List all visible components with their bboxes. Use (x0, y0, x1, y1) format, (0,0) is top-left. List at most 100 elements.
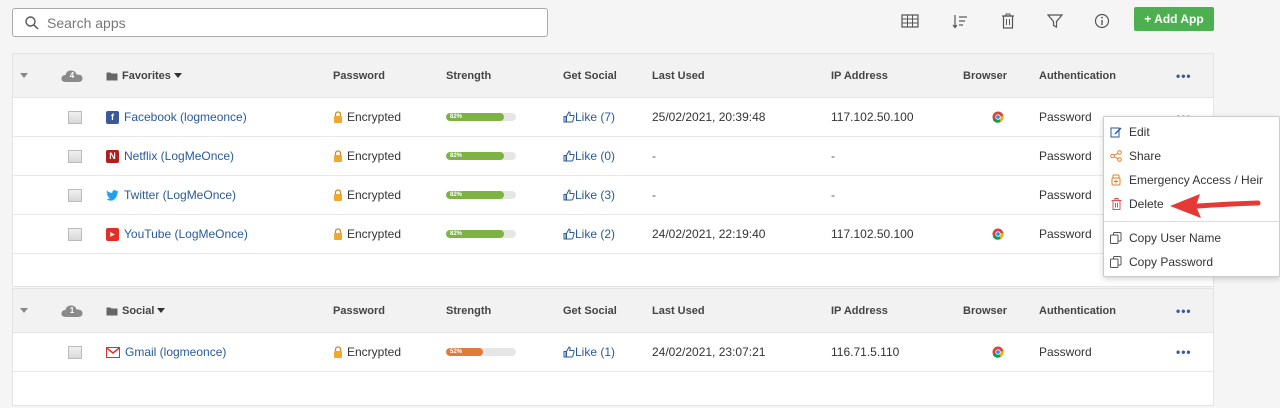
table-row[interactable]: N Netflix (LogMeOnce) Encrypted 82% Like… (13, 137, 1213, 176)
last-used: 25/02/2021, 20:39:48 (652, 110, 766, 124)
table-row[interactable]: Twitter (LogMeOnce) Encrypted 82% Like (… (13, 176, 1213, 215)
ip-address: - (831, 188, 835, 202)
last-used: - (652, 149, 656, 163)
like-button[interactable]: Like (1) (563, 333, 615, 371)
lock-icon (334, 111, 342, 123)
like-button[interactable]: Like (3) (563, 176, 615, 214)
app-name[interactable]: Facebook (logmeonce) (124, 110, 247, 124)
group-more-button[interactable]: ••• (1176, 54, 1192, 97)
search-icon (25, 15, 39, 30)
menu-item-copy-user-name[interactable]: Copy User Name (1104, 227, 1280, 249)
group-count: 1 (69, 306, 75, 315)
strength-meter: 82% (446, 176, 516, 214)
emergency-icon (1110, 174, 1122, 186)
thumbs-up-icon (563, 189, 575, 201)
column-header-password[interactable]: Password (333, 289, 385, 332)
add-app-button[interactable]: + Add App (1134, 7, 1214, 31)
table-row[interactable]: ▶ YouTube (LogMeOnce) Encrypted 82% Like… (13, 215, 1213, 254)
trash-icon (1110, 198, 1122, 210)
filter-icon[interactable] (1044, 10, 1066, 32)
column-header-last-used[interactable]: Last Used (652, 289, 705, 332)
cloud-icon: 4 (61, 69, 83, 83)
info-icon[interactable] (1091, 10, 1113, 32)
strength-meter: 82% (446, 98, 516, 136)
collapse-toggle[interactable] (20, 289, 28, 332)
toolbar: + Add App (0, 0, 1280, 44)
app-link[interactable]: Gmail (logmeonce) (106, 333, 226, 371)
group-name: Favorites (122, 69, 171, 82)
app-name[interactable]: Twitter (LogMeOnce) (124, 188, 236, 202)
password-status: Encrypted (333, 137, 401, 175)
table-row[interactable]: Gmail (logmeonce) Encrypted 52% Like (1)… (13, 333, 1213, 372)
lock-icon (334, 150, 342, 162)
like-button[interactable]: Like (2) (563, 215, 615, 253)
facebook-icon: f (106, 110, 119, 124)
row-checkbox[interactable] (68, 110, 82, 124)
password-status: Encrypted (333, 176, 401, 214)
row-more-button[interactable]: ••• (1176, 333, 1192, 371)
folder-icon (106, 307, 118, 315)
like-button[interactable]: Like (7) (563, 98, 615, 136)
row-checkbox[interactable] (68, 149, 82, 163)
column-header-password[interactable]: Password (333, 54, 385, 97)
table-row[interactable]: f Facebook (logmeonce) Encrypted 82% Lik… (13, 98, 1213, 137)
copy-icon (1110, 256, 1122, 268)
collapse-toggle[interactable] (20, 54, 28, 97)
column-header-strength[interactable]: Strength (446, 289, 491, 332)
column-header-ip-address[interactable]: IP Address (831, 54, 888, 97)
menu-item-copy-password[interactable]: Copy Password (1104, 251, 1280, 273)
column-header-browser[interactable]: Browser (963, 54, 1007, 97)
trash-icon[interactable] (997, 10, 1019, 32)
app-link[interactable]: N Netflix (LogMeOnce) (106, 137, 234, 175)
thumbs-up-icon (563, 150, 575, 162)
grid-icon[interactable] (899, 10, 921, 32)
youtube-icon: ▶ (106, 227, 119, 241)
column-header-get-social[interactable]: Get Social (563, 54, 617, 97)
password-status: Encrypted (333, 333, 401, 371)
column-header-last-used[interactable]: Last Used (652, 54, 705, 97)
group-header: 4 Favorites Password Strength Get Social… (13, 54, 1213, 98)
row-checkbox[interactable] (68, 345, 82, 359)
group-name-dropdown[interactable]: Favorites (106, 54, 182, 97)
authentication: Password (1039, 149, 1092, 163)
chrome-icon (992, 215, 1004, 253)
strength-meter: 82% (446, 137, 516, 175)
column-header-get-social[interactable]: Get Social (563, 289, 617, 332)
column-header-strength[interactable]: Strength (446, 54, 491, 97)
app-name[interactable]: YouTube (LogMeOnce) (124, 227, 248, 241)
search-box[interactable] (12, 8, 548, 37)
app-name[interactable]: Gmail (logmeonce) (125, 345, 226, 359)
group-more-button[interactable]: ••• (1176, 289, 1192, 332)
column-header-authentication[interactable]: Authentication (1039, 54, 1116, 97)
chevron-down-icon (157, 308, 166, 313)
group-name-dropdown[interactable]: Social (106, 289, 166, 332)
thumbs-up-icon (563, 111, 575, 123)
menu-item-edit[interactable]: Edit (1104, 121, 1280, 143)
like-button[interactable]: Like (0) (563, 137, 615, 175)
password-status: Encrypted (333, 98, 401, 136)
password-status: Encrypted (333, 215, 401, 253)
search-input[interactable] (47, 14, 527, 31)
app-link[interactable]: Twitter (LogMeOnce) (106, 176, 236, 214)
group-favorites: 4 Favorites Password Strength Get Social… (12, 53, 1214, 287)
row-checkbox[interactable] (68, 188, 82, 202)
group-name: Social (122, 304, 155, 317)
authentication: Password (1039, 345, 1092, 359)
twitter-icon (106, 189, 119, 201)
folder-icon (106, 72, 118, 80)
column-header-authentication[interactable]: Authentication (1039, 289, 1116, 332)
menu-item-share[interactable]: Share (1104, 145, 1280, 167)
sort-icon[interactable] (949, 10, 971, 32)
lock-icon (334, 189, 342, 201)
ip-address: 116.71.5.110 (831, 345, 900, 359)
app-link[interactable]: ▶ YouTube (LogMeOnce) (106, 215, 248, 253)
gmail-icon (106, 346, 120, 358)
app-link[interactable]: f Facebook (logmeonce) (106, 98, 247, 136)
column-header-browser[interactable]: Browser (963, 289, 1007, 332)
column-header-ip-address[interactable]: IP Address (831, 289, 888, 332)
app-name[interactable]: Netflix (LogMeOnce) (124, 149, 234, 163)
row-checkbox[interactable] (68, 227, 82, 241)
group-social: 1 Social Password Strength Get Social La… (12, 288, 1214, 406)
menu-item-emergency-access[interactable]: Emergency Access / Heir (1104, 169, 1280, 191)
edit-icon (1110, 126, 1122, 138)
